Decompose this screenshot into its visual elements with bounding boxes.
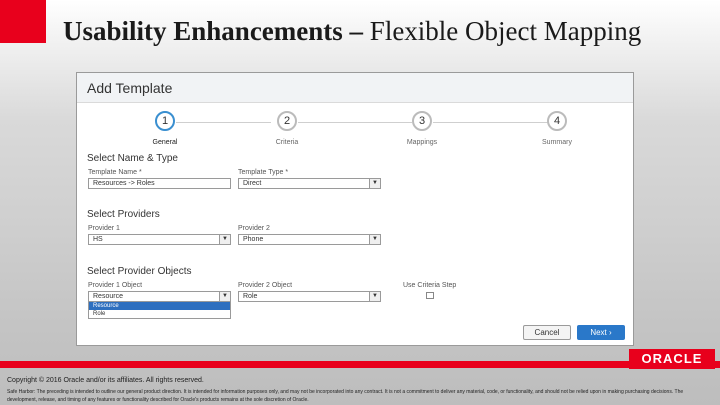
provider1-value: HS (93, 236, 103, 243)
add-template-dialog: Add Template 1 General 2 Criteria 3 Mapp… (76, 72, 634, 346)
oracle-logo: ORACLE (629, 349, 715, 369)
chevron-right-icon: › (609, 328, 612, 337)
provider1-object-label: Provider 1 Object (88, 282, 143, 289)
step-general[interactable]: 1 General (120, 111, 210, 146)
slide-title-bold: Usability Enhancements – (63, 16, 364, 46)
cancel-button[interactable]: Cancel (523, 325, 571, 340)
section-heading-name-type: Select Name & Type (87, 153, 178, 164)
provider2-label: Provider 2 (238, 225, 270, 232)
template-type-label: Template Type * (238, 169, 289, 176)
template-name-input[interactable]: Resources -> Roles (88, 178, 231, 189)
section-heading-provider-objects: Select Provider Objects (87, 266, 192, 277)
step-label: Mappings (406, 139, 438, 146)
use-criteria-step-checkbox[interactable] (426, 292, 434, 299)
chevron-down-icon[interactable]: ▼ (219, 235, 230, 244)
provider2-object-select[interactable]: Role ▼ (238, 291, 381, 302)
header-accent-block (0, 0, 46, 43)
provider1-object-value: Resource (93, 293, 123, 300)
template-type-value: Direct (243, 180, 262, 187)
safe-harbor-text: Safe Harbor: The preceding is intended t… (7, 389, 684, 403)
provider1-object-dropdown-list: Resource Role (88, 301, 231, 319)
step-criteria[interactable]: 2 Criteria (242, 111, 332, 146)
section-heading-providers: Select Providers (87, 209, 160, 220)
step-number: 3 (412, 111, 432, 131)
step-number: 1 (155, 111, 175, 131)
step-label: Summary (542, 139, 572, 146)
footer-accent-bar (0, 361, 720, 368)
provider2-value: Phone (243, 236, 264, 243)
next-button[interactable]: Next › (577, 325, 625, 340)
step-number: 4 (547, 111, 567, 131)
dropdown-option[interactable]: Resource (89, 302, 230, 310)
dialog-title: Add Template (87, 80, 173, 96)
provider1-label: Provider 1 (88, 225, 120, 232)
dropdown-option[interactable]: Role (89, 310, 230, 318)
use-criteria-step-label: Use Criteria Step (403, 282, 457, 289)
chevron-down-icon[interactable]: ▼ (369, 235, 380, 244)
slide-title-rest: Flexible Object Mapping (363, 16, 642, 46)
dialog-header: Add Template (77, 73, 633, 103)
provider1-select[interactable]: HS ▼ (88, 234, 231, 245)
step-number: 2 (277, 111, 297, 131)
step-mappings[interactable]: 3 Mappings (377, 111, 467, 146)
step-label: Criteria (275, 139, 299, 146)
provider2-object-value: Role (243, 293, 258, 300)
slide-title: Usability Enhancements – Flexible Object… (63, 16, 703, 56)
copyright-text: Copyright © 2016 Oracle and/or its affil… (7, 377, 204, 384)
template-type-select[interactable]: Direct ▼ (238, 178, 381, 189)
provider2-select[interactable]: Phone ▼ (238, 234, 381, 245)
provider2-object-label: Provider 2 Object (238, 282, 293, 289)
chevron-down-icon[interactable]: ▼ (369, 179, 380, 188)
step-summary[interactable]: 4 Summary (512, 111, 602, 146)
step-label: General (152, 139, 178, 146)
chevron-down-icon[interactable]: ▼ (219, 292, 230, 301)
chevron-down-icon[interactable]: ▼ (369, 292, 380, 301)
next-button-label: Next (590, 328, 607, 337)
template-name-label: Template Name * (88, 169, 142, 176)
